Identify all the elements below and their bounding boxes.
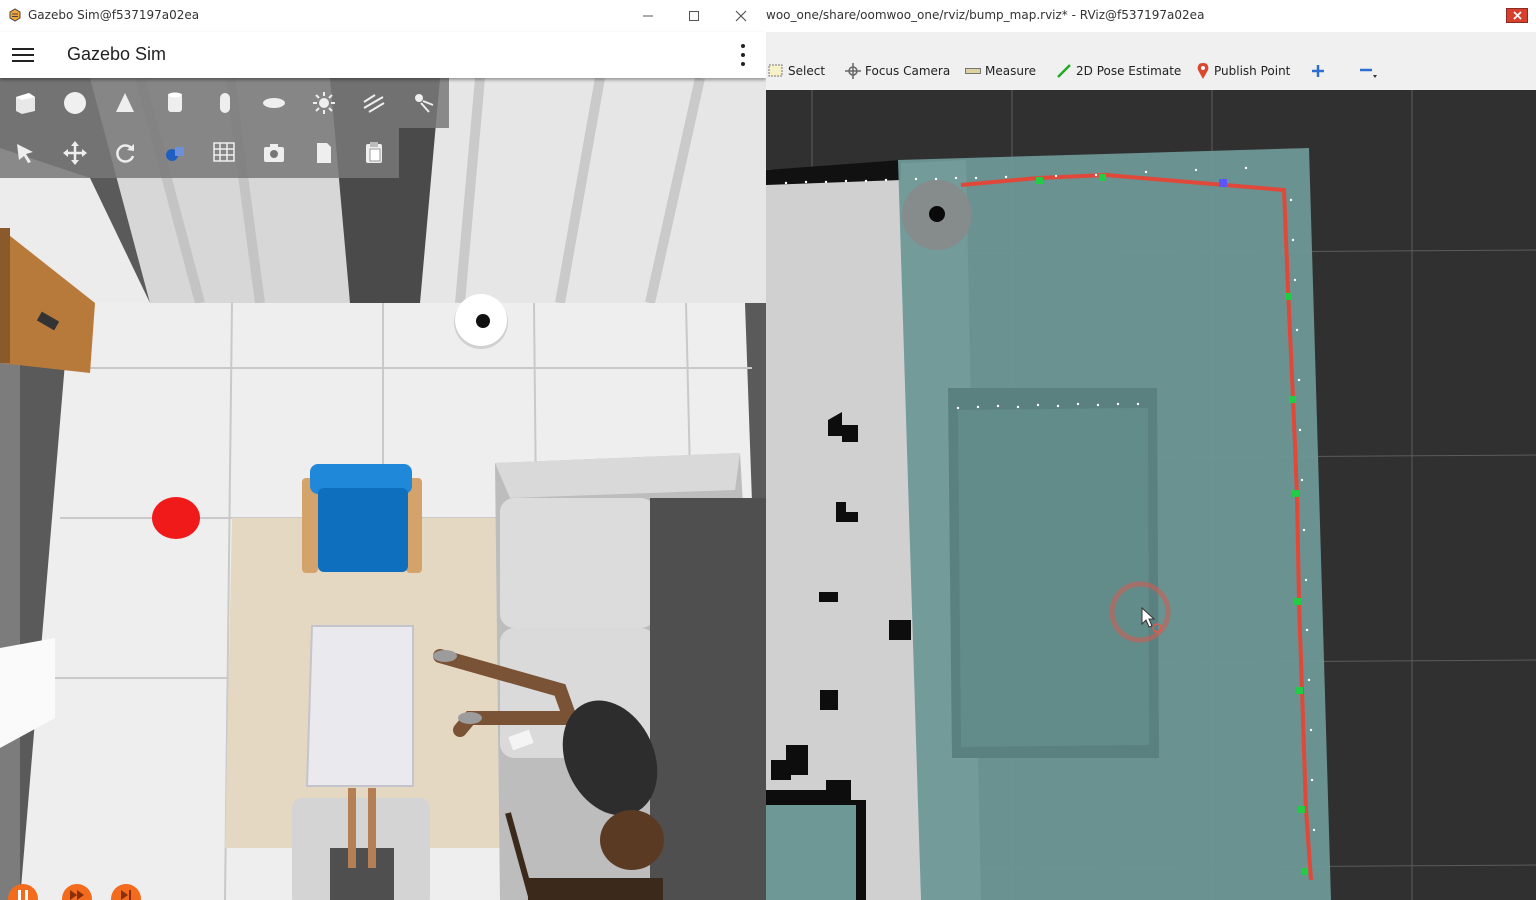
gazebo-titlebar: Gazebo Sim@f537197a02ea — [0, 0, 766, 33]
measure-tool-label: Measure — [985, 64, 1036, 78]
close-icon — [735, 10, 747, 22]
cylinder-icon[interactable] — [150, 78, 200, 128]
measure-tool-button[interactable]: Measure — [965, 62, 1036, 80]
rotate-icon[interactable] — [100, 128, 150, 178]
close-button[interactable] — [721, 4, 761, 28]
pause-icon — [18, 890, 28, 900]
maximize-button[interactable] — [674, 4, 714, 28]
sun-light-icon[interactable] — [299, 78, 349, 128]
measure-icon — [965, 68, 981, 74]
pose-estimate-tool-button[interactable]: 2D Pose Estimate — [1056, 62, 1181, 80]
step-icon — [121, 890, 131, 900]
ellipsoid-icon[interactable] — [249, 78, 299, 128]
pose-estimate-icon — [1057, 64, 1071, 78]
cone-icon[interactable] — [100, 78, 150, 128]
pose-estimate-tool-label: 2D Pose Estimate — [1076, 64, 1182, 78]
hamburger-menu-button[interactable] — [12, 44, 34, 66]
fast-forward-icon — [70, 890, 84, 900]
gazebo-app-icon — [9, 8, 21, 22]
transform-toolbar — [0, 128, 399, 178]
close-icon — [1512, 11, 1522, 20]
copy-icon[interactable] — [299, 128, 349, 178]
focus-camera-tool-label: Focus Camera — [865, 64, 951, 78]
add-tool-icon — [1312, 65, 1324, 77]
minimize-button[interactable] — [628, 4, 668, 28]
publish-point-icon — [1197, 63, 1209, 79]
rviz-window-title: woo_one/share/oomwoo_one/rviz/bump_map.r… — [766, 8, 1205, 22]
add-tool-button[interactable] — [1311, 62, 1329, 80]
capsule-icon[interactable] — [200, 78, 250, 128]
focus-camera-tool-button[interactable]: Focus Camera — [845, 62, 950, 80]
publish-point-tool-button[interactable]: Publish Point — [1196, 62, 1290, 80]
minimize-icon — [643, 15, 653, 17]
gazebo-window: Gazebo Sim@f537197a02ea Gazebo Sim — [0, 0, 766, 900]
maximize-icon — [689, 11, 699, 21]
remove-tool-icon — [1360, 68, 1377, 78]
spot-light-icon[interactable] — [399, 78, 449, 128]
gazebo-3d-scene[interactable] — [0, 78, 766, 900]
remove-tool-button[interactable] — [1359, 62, 1381, 80]
gazebo-window-title: Gazebo Sim@f537197a02ea — [28, 8, 200, 22]
publish-point-tool-label: Publish Point — [1214, 64, 1291, 78]
rviz-window: woo_one/share/oomwoo_one/rviz/bump_map.r… — [766, 0, 1536, 900]
rviz-close-button[interactable] — [1506, 8, 1528, 23]
gazebo-app-bar: Gazebo Sim — [0, 32, 766, 78]
select-tool-button[interactable]: Select — [768, 62, 825, 80]
rviz-titlebar: woo_one/share/oomwoo_one/rviz/bump_map.r… — [766, 0, 1536, 32]
focus-camera-icon — [845, 63, 861, 79]
shapes-toolbar — [0, 78, 449, 128]
scene-render — [0, 78, 766, 900]
map-render — [766, 90, 1536, 900]
more-options-icon[interactable] — [734, 44, 752, 66]
screenshot-icon[interactable] — [249, 128, 299, 178]
grid-snap-icon[interactable] — [200, 128, 250, 178]
box-icon[interactable] — [0, 78, 50, 128]
paste-icon[interactable] — [349, 128, 399, 178]
directional-light-icon[interactable] — [349, 78, 399, 128]
translate-icon[interactable] — [50, 128, 100, 178]
select-arrow-icon[interactable] — [0, 128, 50, 178]
select-tool-label: Select — [788, 64, 826, 78]
rviz-3d-view[interactable] — [766, 90, 1536, 900]
sphere-icon[interactable] — [50, 78, 100, 128]
select-icon — [768, 64, 783, 77]
app-title: Gazebo Sim — [67, 44, 167, 64]
rviz-toolbar: Select Focus Camera Measure 2D Pose Esti… — [766, 32, 1536, 91]
transform-control-icon[interactable] — [150, 128, 200, 178]
